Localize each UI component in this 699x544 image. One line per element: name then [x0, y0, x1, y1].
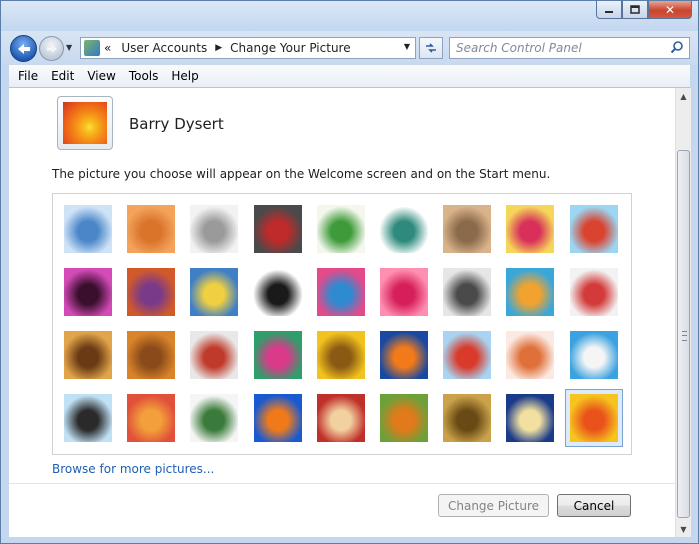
picture-hot-air-balloon-icon[interactable]: [443, 331, 491, 379]
picture-fish-icon[interactable]: [380, 331, 428, 379]
picture-matryoshka-icon[interactable]: [506, 331, 554, 379]
picture-yellow-leaf-icon[interactable]: [190, 268, 238, 316]
picture-fabric-icon[interactable]: [127, 268, 175, 316]
picture-pomeranian-icon[interactable]: [127, 331, 175, 379]
picture-sunflower-icon[interactable]: [317, 331, 365, 379]
scroll-up-arrow-icon[interactable]: ▲: [676, 88, 691, 104]
content-pane: Barry Dysert The picture you choose will…: [9, 88, 675, 537]
picture-grid: [52, 193, 632, 455]
scrollbar-thumb[interactable]: [677, 150, 690, 518]
refresh-button[interactable]: [419, 37, 443, 59]
picture-butterfly-icon[interactable]: [380, 394, 428, 442]
navigation-bar: ▼ « User Accounts ▶ Change Your Picture …: [1, 31, 698, 65]
picture-pink-flower-icon[interactable]: [506, 205, 554, 253]
breadcrumb-separator-icon[interactable]: ▶: [215, 43, 222, 53]
browse-more-pictures-link[interactable]: Browse for more pictures...: [52, 462, 214, 476]
picture-turntable-icon[interactable]: [254, 205, 302, 253]
vertical-scrollbar[interactable]: ▲ ▼: [675, 88, 691, 537]
close-button[interactable]: ✕: [648, 1, 692, 19]
picture-lucky-cat-icon[interactable]: [317, 205, 365, 253]
current-user-picture: [57, 96, 113, 150]
control-panel-icon: [84, 40, 100, 56]
menu-tools[interactable]: Tools: [129, 69, 159, 83]
menu-edit[interactable]: Edit: [51, 69, 74, 83]
recent-pages-dropdown-icon[interactable]: ▼: [66, 43, 72, 52]
change-picture-button[interactable]: Change Picture: [438, 494, 549, 517]
title-bar: ✕: [1, 1, 698, 31]
breadcrumb-user-accounts[interactable]: User Accounts: [121, 41, 207, 55]
forward-arrow-icon: [46, 44, 57, 53]
picture-jacks-icon[interactable]: [443, 268, 491, 316]
picture-purple-ball-icon[interactable]: [64, 268, 112, 316]
caption-buttons: ✕: [596, 1, 692, 19]
cancel-button[interactable]: Cancel: [557, 494, 631, 517]
picture-border-collie-icon[interactable]: [254, 268, 302, 316]
picture-guitar-icon[interactable]: [64, 331, 112, 379]
picture-sailboat-icon[interactable]: [570, 331, 618, 379]
scroll-down-arrow-icon[interactable]: ▼: [676, 521, 691, 537]
picture-scarves-icon[interactable]: [254, 331, 302, 379]
divider: [9, 483, 675, 484]
picture-starfish-icon[interactable]: [127, 205, 175, 253]
picture-window-icon[interactable]: [254, 394, 302, 442]
back-arrow-icon: [17, 43, 30, 54]
picture-striped-fabric-icon[interactable]: [127, 394, 175, 442]
picture-orange-gerbera-icon[interactable]: [565, 389, 623, 447]
maximize-button[interactable]: [622, 1, 648, 19]
back-button[interactable]: [10, 35, 37, 62]
forward-button[interactable]: [39, 36, 64, 61]
picture-robot-dog-icon[interactable]: [190, 205, 238, 253]
picture-ferris-wheel-icon[interactable]: [570, 205, 618, 253]
picture-golden-spiral-icon[interactable]: [443, 394, 491, 442]
picture-marbles-icon[interactable]: [190, 394, 238, 442]
minimize-button[interactable]: [596, 1, 622, 19]
picture-soccer-ball-icon[interactable]: [64, 394, 112, 442]
picture-woven-pattern-icon[interactable]: [317, 394, 365, 442]
menu-view[interactable]: View: [87, 69, 115, 83]
user-name: Barry Dysert: [129, 115, 224, 133]
current-picture-image: [63, 102, 107, 144]
menu-bar: File Edit View Tools Help: [9, 65, 690, 88]
picture-lighthouse-icon[interactable]: [506, 394, 554, 442]
maximize-icon: [630, 5, 640, 14]
search-box[interactable]: [449, 37, 690, 59]
picture-description: The picture you choose will appear on th…: [52, 167, 551, 181]
close-icon: ✕: [664, 2, 676, 17]
minimize-icon: [605, 10, 613, 13]
picture-gyroscope-icon[interactable]: [380, 205, 428, 253]
picture-toy-robot-icon[interactable]: [190, 331, 238, 379]
picture-pink-star-lantern-icon[interactable]: [380, 268, 428, 316]
address-dropdown-icon[interactable]: ▼: [404, 42, 410, 51]
breadcrumb-change-your-picture[interactable]: Change Your Picture: [230, 41, 350, 55]
scrollbar-grip-icon: [682, 331, 687, 341]
refresh-icon: [426, 43, 436, 53]
picture-stairs-icon[interactable]: [506, 268, 554, 316]
picture-crayons-icon[interactable]: [317, 268, 365, 316]
picture-kitten-icon[interactable]: [443, 205, 491, 253]
search-icon[interactable]: [670, 40, 684, 54]
picture-roller-coaster-icon[interactable]: [64, 205, 112, 253]
picture-paper-crane-icon[interactable]: [570, 268, 618, 316]
search-input[interactable]: [456, 39, 661, 57]
menu-help[interactable]: Help: [171, 69, 198, 83]
address-bar[interactable]: « User Accounts ▶ Change Your Picture ▼: [80, 37, 416, 59]
control-panel-window: ✕ ▼ « User Accounts ▶ Change Your Pictur…: [0, 0, 699, 544]
breadcrumb-overflow[interactable]: «: [104, 41, 111, 55]
menu-file[interactable]: File: [18, 69, 38, 83]
